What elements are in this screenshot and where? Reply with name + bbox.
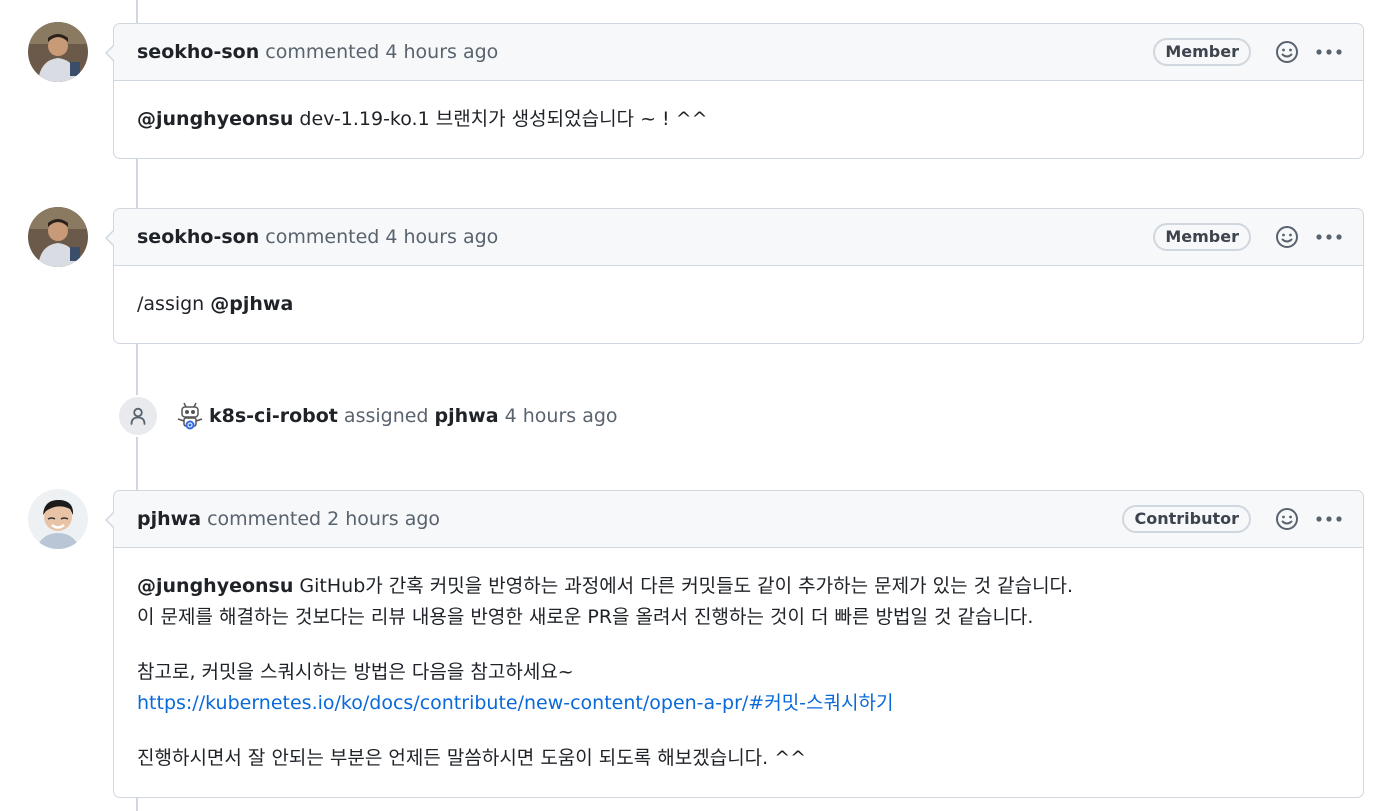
- comment-text: GitHub가 간혹 커밋을 반영하는 과정에서 다른 커밋들도 같이 추가하는…: [293, 575, 1074, 597]
- comment-text: dev-1.19-ko.1 브랜치가 생성되었습니다 ~ ! ^^: [293, 108, 708, 130]
- kebab-menu-icon[interactable]: [1315, 38, 1343, 66]
- comment-meta: seokho-son commented 4 hours ago: [137, 226, 1153, 248]
- comment-text: 참고로, 커밋을 스쿼시하는 방법은 다음을 참고하세요~: [137, 661, 574, 683]
- kebab-menu-icon[interactable]: [1315, 505, 1343, 533]
- smiley-icon[interactable]: [1273, 223, 1301, 251]
- comment-header: seokho-son commented 4 hours ago Member: [114, 24, 1363, 81]
- person-icon: [117, 395, 159, 437]
- avatar-pjhwa[interactable]: [28, 489, 88, 549]
- comment-author[interactable]: seokho-son: [137, 226, 259, 248]
- user-mention[interactable]: @pjhwa: [210, 293, 293, 315]
- comment-action: commented: [265, 226, 380, 248]
- event-target[interactable]: pjhwa: [435, 405, 499, 427]
- event-actor[interactable]: k8s-ci-robot: [209, 405, 338, 427]
- comment-card: seokho-son commented 4 hours ago Member …: [105, 208, 1364, 344]
- avatar-seokho-son[interactable]: [28, 207, 88, 267]
- smiley-icon[interactable]: [1273, 505, 1301, 533]
- comment-body: /assign @pjhwa: [114, 266, 1363, 343]
- comment-author[interactable]: seokho-son: [137, 41, 259, 63]
- comment-paragraph: 참고로, 커밋을 스쿼시하는 방법은 다음을 참고하세요~ https://ku…: [137, 657, 1340, 719]
- smiley-icon[interactable]: [1273, 38, 1301, 66]
- comment-action: commented: [265, 41, 380, 63]
- comment-time[interactable]: 4 hours ago: [385, 41, 498, 63]
- avatar-seokho-son[interactable]: [28, 22, 88, 82]
- comment-author[interactable]: pjhwa: [137, 508, 201, 530]
- user-mention[interactable]: @junghyeonsu: [137, 575, 293, 597]
- event-time[interactable]: 4 hours ago: [505, 405, 618, 427]
- comment-card: pjhwa commented 2 hours ago Contributor …: [105, 490, 1364, 798]
- kebab-menu-icon[interactable]: [1315, 223, 1343, 251]
- comment-meta: pjhwa commented 2 hours ago: [137, 508, 1122, 530]
- comment-paragraph: @junghyeonsu GitHub가 간혹 커밋을 반영하는 과정에서 다른…: [137, 571, 1340, 633]
- comment-header: pjhwa commented 2 hours ago Contributor: [114, 491, 1363, 548]
- docs-link[interactable]: https://kubernetes.io/ko/docs/contribute…: [137, 692, 893, 714]
- role-badge: Member: [1153, 38, 1251, 66]
- comment-text: 이 문제를 해결하는 것보다는 리뷰 내용을 반영한 새로운 PR을 올려서 진…: [137, 606, 1034, 628]
- comment-header: seokho-son commented 4 hours ago Member: [114, 209, 1363, 266]
- comment-paragraph: 진행하시면서 잘 안되는 부분은 언제든 말씀하시면 도움이 되도록 해보겠습니…: [137, 743, 1340, 774]
- assign-event: k8s-ci-robot assigned pjhwa 4 hours ago: [117, 395, 618, 437]
- comment-card: seokho-son commented 4 hours ago Member …: [105, 23, 1364, 159]
- comment-meta: seokho-son commented 4 hours ago: [137, 41, 1153, 63]
- comment-action: commented: [207, 508, 322, 530]
- event-action: assigned: [343, 405, 429, 427]
- comment-body: @junghyeonsu GitHub가 간혹 커밋을 반영하는 과정에서 다른…: [114, 548, 1363, 797]
- comment-text: 진행하시면서 잘 안되는 부분은 언제든 말씀하시면 도움이 되도록 해보겠습니…: [137, 747, 807, 769]
- comment-body: @junghyeonsu dev-1.19-ko.1 브랜치가 생성되었습니다 …: [114, 81, 1363, 158]
- comment-time[interactable]: 2 hours ago: [327, 508, 440, 530]
- robot-avatar-icon[interactable]: [175, 401, 205, 431]
- role-badge: Contributor: [1122, 505, 1251, 533]
- role-badge: Member: [1153, 223, 1251, 251]
- user-mention[interactable]: @junghyeonsu: [137, 108, 293, 130]
- slash-command: /assign: [137, 293, 211, 315]
- comment-time[interactable]: 4 hours ago: [385, 226, 498, 248]
